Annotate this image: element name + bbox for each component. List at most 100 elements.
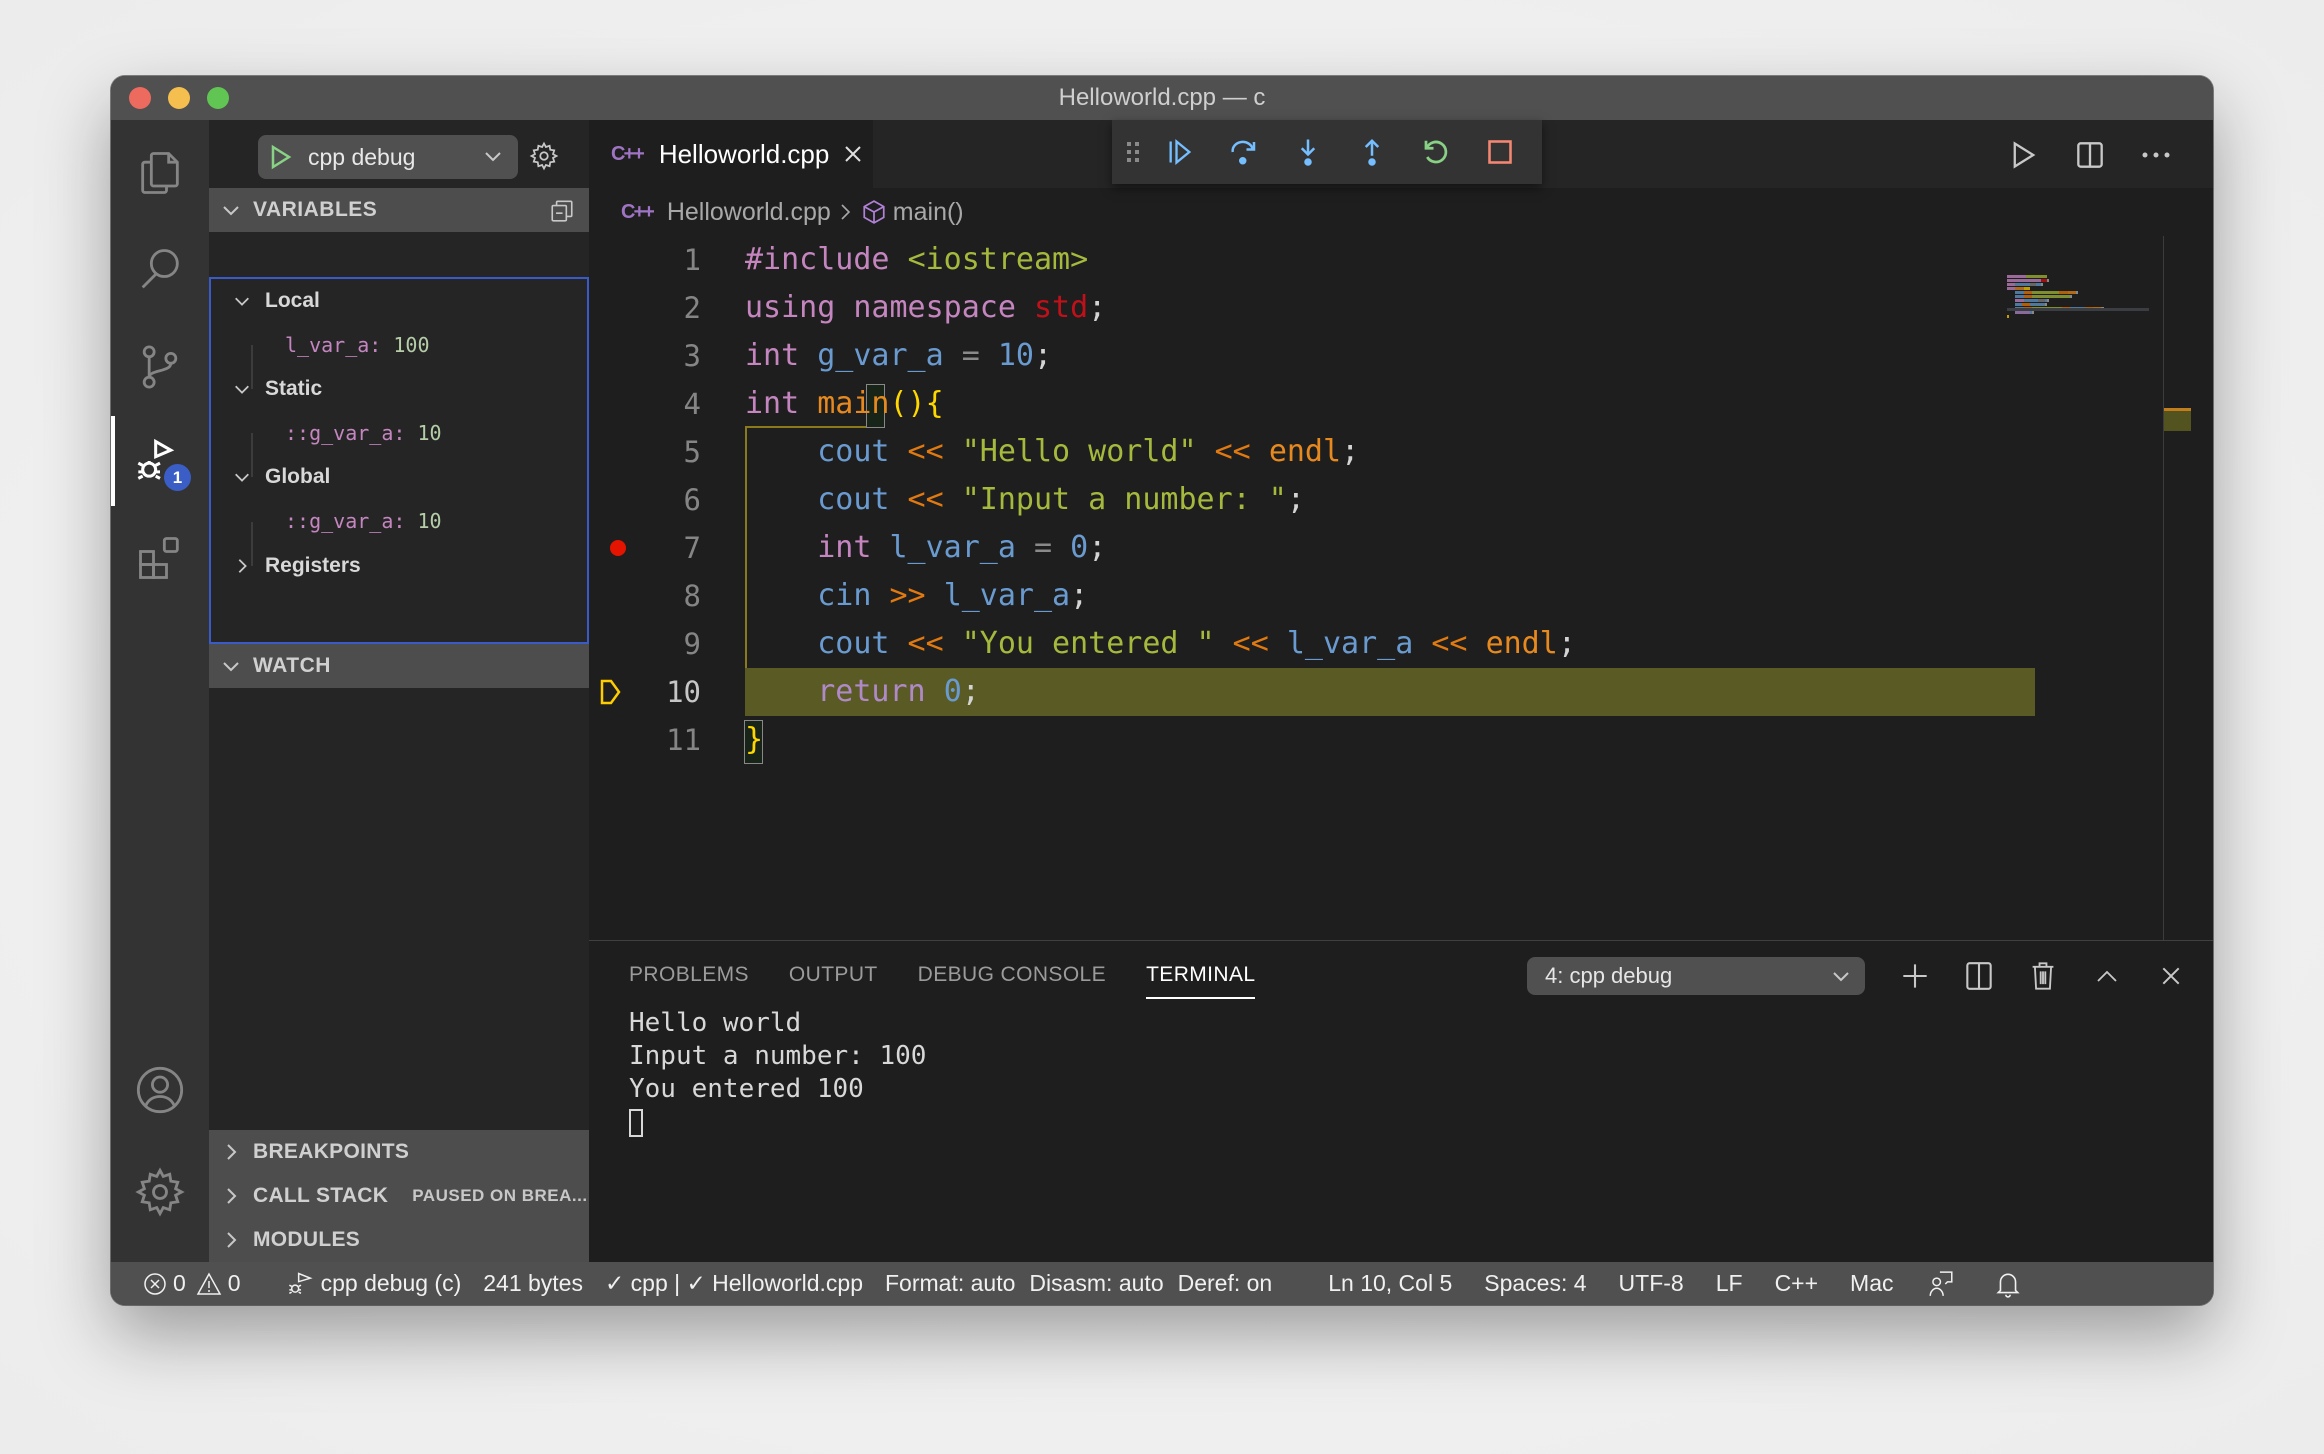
breakpoint-icon[interactable]	[610, 540, 626, 556]
restart-button[interactable]	[1404, 120, 1468, 184]
problems-status[interactable]: 0 0	[143, 1270, 241, 1297]
platform-status[interactable]: Mac	[1850, 1270, 1893, 1297]
close-icon[interactable]	[843, 144, 863, 164]
chevron-down-icon	[235, 473, 249, 482]
split-terminal-button[interactable]	[1958, 955, 2000, 997]
minimize-window-button[interactable]	[168, 87, 190, 109]
code-line[interactable]: 3 int g_var_a = 10;	[589, 332, 2213, 380]
line-number[interactable]: 1	[589, 236, 701, 284]
deref-status[interactable]: Deref: on	[1178, 1270, 1273, 1297]
debug-target-status[interactable]: cpp debug (c)	[287, 1270, 461, 1298]
code-line[interactable]: 4 int main(){	[589, 380, 2213, 428]
terminal-output[interactable]: Hello world Input a number: 100 You entere…	[629, 1007, 926, 1139]
variables-section-header[interactable]: VARIABLES	[209, 188, 589, 232]
activity-manage[interactable]	[111, 1147, 209, 1237]
step-out-button[interactable]	[1340, 120, 1404, 184]
code-line[interactable]: 10 return 0;	[589, 668, 2213, 716]
minimap[interactable]	[2007, 275, 2152, 335]
close-window-button[interactable]	[129, 87, 151, 109]
eol-status[interactable]: LF	[1716, 1270, 1743, 1297]
split-editor-button[interactable]	[2069, 134, 2111, 176]
line-number[interactable]: 8	[589, 572, 701, 620]
more-actions-button[interactable]	[2135, 134, 2177, 176]
scope-registers[interactable]: Registers	[211, 544, 587, 588]
error-count: 0	[173, 1270, 186, 1296]
activity-explorer[interactable]	[111, 128, 209, 218]
disasm-status[interactable]: Disasm: auto	[1029, 1270, 1163, 1297]
line-number[interactable]: 4	[589, 380, 701, 428]
line-number[interactable]: 9	[589, 620, 701, 668]
code-line[interactable]: 5 cout << "Hello world" << endl;	[589, 428, 2213, 476]
line-number[interactable]: 11	[589, 716, 701, 764]
step-over-button[interactable]	[1212, 120, 1276, 184]
continue-button[interactable]	[1148, 120, 1212, 184]
code-text: int main(){	[745, 386, 944, 421]
line-number[interactable]: 7	[589, 524, 701, 572]
variable-row[interactable]: ::g_var_a: 10	[211, 411, 587, 455]
drag-handle-icon[interactable]	[1118, 141, 1148, 163]
indentation-status[interactable]: Spaces: 4	[1484, 1270, 1586, 1297]
editor-scrollbar[interactable]	[2163, 236, 2192, 940]
code-line[interactable]: 1 #include <iostream>	[589, 236, 2213, 284]
editor-actions	[2003, 134, 2177, 176]
activity-accounts[interactable]	[111, 1045, 209, 1135]
step-over-icon	[1231, 140, 1256, 165]
breakpoints-section-header[interactable]: BREAKPOINTS	[209, 1130, 589, 1174]
start-debugging-icon[interactable]	[270, 144, 292, 170]
variable-row[interactable]: ::g_var_a: 10	[211, 499, 587, 543]
scope-static[interactable]: Static	[211, 367, 587, 411]
breadcrumb-symbol[interactable]: main()	[893, 198, 964, 227]
new-terminal-button[interactable]	[1894, 955, 1936, 997]
line-number[interactable]: 5	[589, 428, 701, 476]
tab-debug-console[interactable]: DEBUG CONSOLE	[918, 963, 1106, 999]
breadcrumb: C++ Helloworld.cpp main()	[589, 188, 2213, 236]
call-stack-section-header[interactable]: CALL STACK PAUSED ON BREA...	[209, 1174, 589, 1218]
collapse-all-icon[interactable]	[549, 198, 575, 224]
cursor-position-status[interactable]: Ln 10, Col 5	[1328, 1270, 1452, 1297]
step-into-button[interactable]	[1276, 120, 1340, 184]
tab-terminal[interactable]: TERMINAL	[1146, 963, 1256, 999]
scope-global[interactable]: Global	[211, 455, 587, 499]
activity-run-debug[interactable]: 1	[111, 416, 209, 506]
launch-config-select[interactable]: cpp debug	[258, 135, 518, 179]
close-panel-button[interactable]	[2150, 955, 2192, 997]
code-line[interactable]: 11}	[589, 716, 2213, 764]
open-launch-json-gear-icon[interactable]	[529, 141, 559, 171]
terminal-select[interactable]: 4: cpp debug	[1527, 957, 1865, 995]
code-line[interactable]: 7 int l_var_a = 0;	[589, 524, 2213, 572]
language-mode-status[interactable]: C++	[1775, 1270, 1818, 1297]
watch-section-header[interactable]: WATCH	[209, 644, 589, 688]
scope-local[interactable]: Local	[211, 279, 587, 323]
code-line[interactable]: 6 cout << "Input a number: ";	[589, 476, 2213, 524]
maximize-window-button[interactable]	[207, 87, 229, 109]
variable-row[interactable]: l_var_a: 100	[211, 323, 587, 367]
chevron-down-icon	[1833, 972, 1849, 982]
kill-terminal-button[interactable]	[2022, 955, 2064, 997]
code-line[interactable]: 8 cin >> l_var_a;	[589, 572, 2213, 620]
maximize-panel-button[interactable]	[2086, 955, 2128, 997]
code-editor[interactable]: 1 #include <iostream> 2 using namespace std…	[589, 236, 2213, 936]
code-line[interactable]: 9 cout << "You entered " << l_var_a << e…	[589, 620, 2213, 668]
line-number[interactable]: 6	[589, 476, 701, 524]
split-terminal-icon	[1966, 962, 1992, 990]
notifications-button[interactable]	[1995, 1270, 2026, 1298]
tab-output[interactable]: OUTPUT	[789, 963, 878, 999]
feedback-button[interactable]	[1928, 1270, 1960, 1298]
format-status[interactable]: Format: auto	[885, 1270, 1015, 1297]
line-number[interactable]: 3	[589, 332, 701, 380]
code-line[interactable]: 2 using namespace std;	[589, 284, 2213, 332]
activity-extensions[interactable]	[111, 513, 209, 603]
stop-button[interactable]	[1468, 120, 1532, 184]
cpp-config-status[interactable]: ✓ cpp | ✓ Helloworld.cpp	[605, 1270, 863, 1297]
tab-helloworld-cpp[interactable]: C++ Helloworld.cpp	[589, 120, 873, 188]
modules-section-header[interactable]: MODULES	[209, 1218, 589, 1262]
line-number[interactable]: 2	[589, 284, 701, 332]
chevron-down-icon	[223, 206, 239, 216]
activity-source-control[interactable]	[111, 322, 209, 412]
run-file-button[interactable]	[2003, 134, 2045, 176]
close-icon	[2162, 967, 2180, 985]
tab-problems[interactable]: PROBLEMS	[629, 963, 749, 999]
activity-search[interactable]	[111, 225, 209, 315]
breadcrumb-file[interactable]: Helloworld.cpp	[667, 198, 831, 227]
encoding-status[interactable]: UTF-8	[1619, 1270, 1684, 1297]
